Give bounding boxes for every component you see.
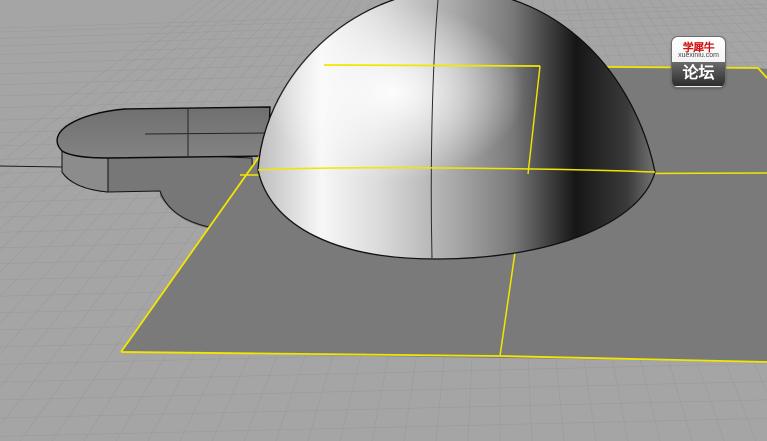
3d-viewport[interactable]: 学犀牛 xuexiniu.com 论坛 (0, 0, 767, 441)
watermark-bottom-text: 论坛 (672, 62, 725, 86)
viewport-scene[interactable] (0, 0, 767, 441)
watermark-site-text: xuexiniu.com (678, 52, 719, 59)
forum-watermark-logo: 学犀牛 xuexiniu.com 论坛 (671, 36, 726, 88)
